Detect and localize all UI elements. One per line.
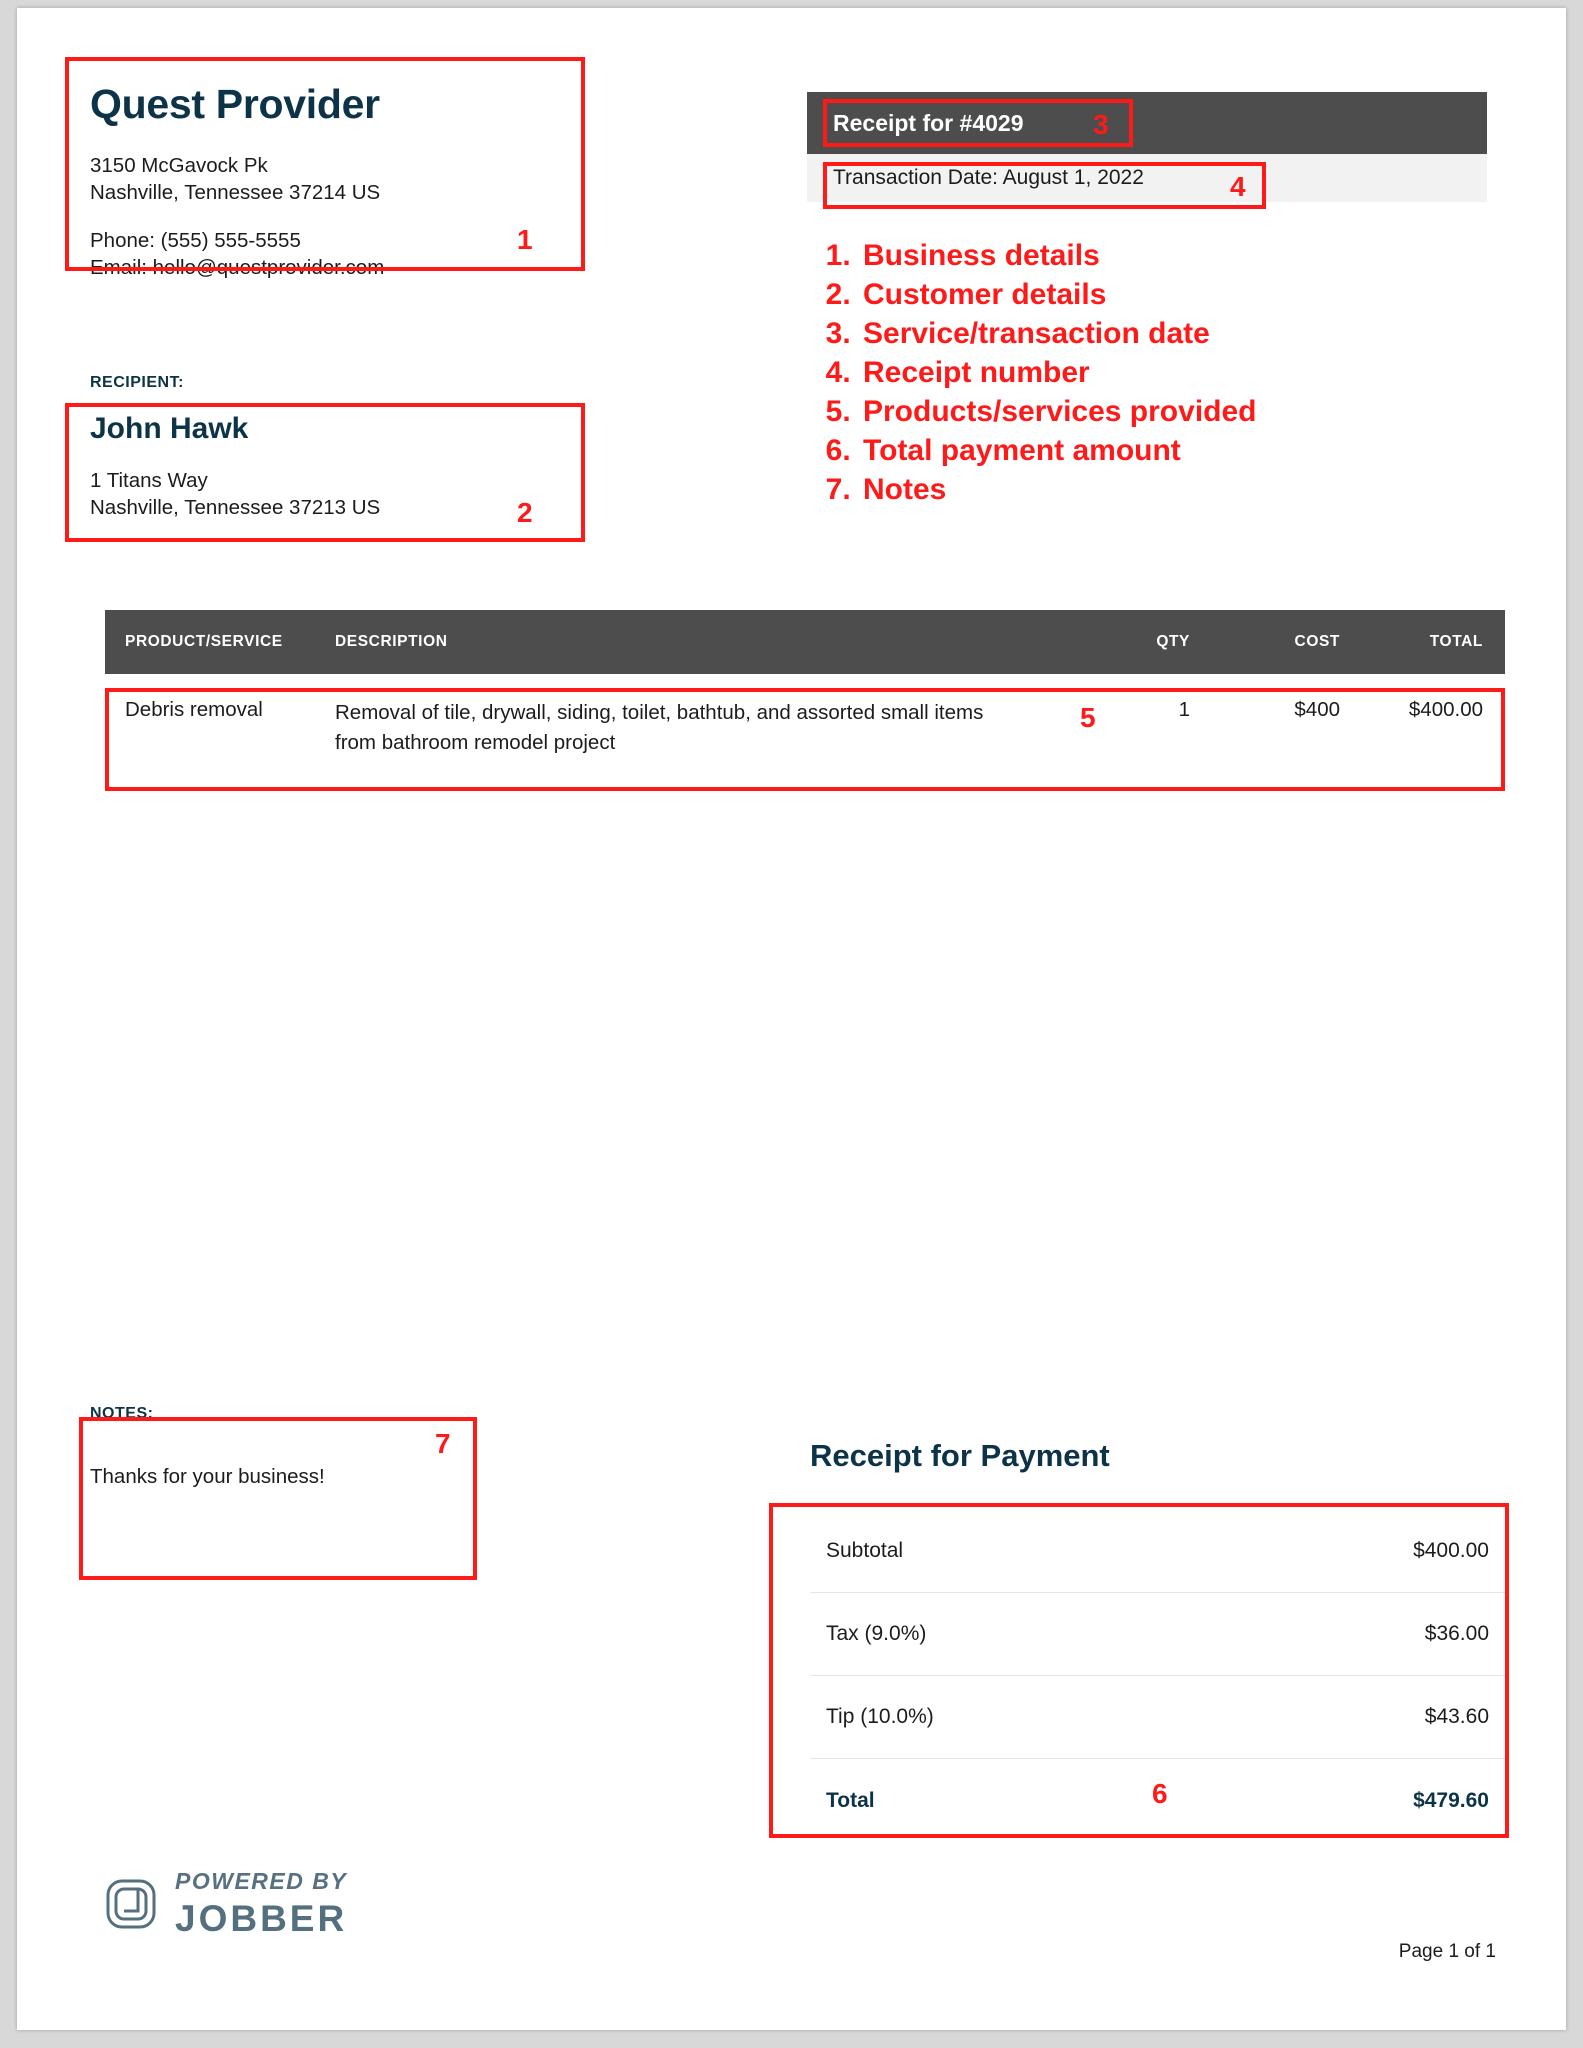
business-phone: Phone: (555) 555-5555 bbox=[90, 228, 301, 252]
summary-value-tip: $43.60 bbox=[1424, 1705, 1489, 1728]
legend-item-4: Receipt number bbox=[859, 353, 1559, 392]
notes-text: Thanks for your business! bbox=[90, 1465, 325, 1488]
summary-value-tax: $36.00 bbox=[1424, 1622, 1489, 1645]
business-email: Email: hello@questprovider.com bbox=[90, 255, 385, 279]
summary-label-subtotal: Subtotal bbox=[826, 1539, 904, 1562]
summary-value-subtotal: $400.00 bbox=[1413, 1539, 1489, 1562]
annotation-legend-list: Business details Customer details Servic… bbox=[807, 236, 1559, 509]
legend-item-2: Customer details bbox=[859, 275, 1559, 314]
powered-by-label: POWERED BY bbox=[175, 1868, 348, 1894]
notes-label: NOTES: bbox=[90, 1405, 154, 1422]
legend-item-7: Notes bbox=[859, 470, 1559, 509]
transaction-date-bar: Transaction Date: August 1, 2022 bbox=[807, 154, 1487, 202]
cell-description: Removal of tile, drywall, siding, toilet… bbox=[335, 701, 984, 754]
cell-product: Debris removal bbox=[125, 698, 263, 721]
jobber-wordmark: JOBBER bbox=[175, 1898, 348, 1939]
legend-item-1: Business details bbox=[859, 236, 1559, 275]
summary-value-total: $479.60 bbox=[1413, 1788, 1489, 1812]
annotation-marker-6: 6 bbox=[1152, 1778, 1168, 1809]
summary-label-tax: Tax (9.0%) bbox=[826, 1622, 927, 1645]
column-header-total: TOTAL bbox=[1429, 633, 1483, 650]
annotation-marker-4: 4 bbox=[1230, 171, 1246, 202]
cell-cost: $400 bbox=[1294, 698, 1340, 721]
column-header-cost: COST bbox=[1294, 633, 1340, 650]
receipt-number-text: Receipt for #4029 bbox=[833, 109, 1024, 136]
annotation-marker-7: 7 bbox=[435, 1428, 451, 1459]
legend-item-6: Total payment amount bbox=[859, 431, 1559, 470]
page-number: Page 1 of 1 bbox=[1398, 1941, 1496, 1962]
summary-row-tip: Tip (10.0%) $43.60 bbox=[810, 1676, 1505, 1759]
summary-label-total: Total bbox=[826, 1788, 875, 1812]
jobber-logo-icon bbox=[106, 1879, 156, 1928]
legend-item-3: Service/transaction date bbox=[859, 314, 1559, 353]
receipt-number-header: Receipt for #4029 bbox=[807, 92, 1487, 154]
summary-row-subtotal: Subtotal $400.00 bbox=[810, 1510, 1505, 1593]
table-row: Debris removal Removal of tile, drywall,… bbox=[105, 674, 1505, 789]
receipt-document: Quest Provider 3150 McGavock Pk Nashvill… bbox=[17, 8, 1566, 2030]
notes-section: NOTES: Thanks for your business! bbox=[90, 1405, 445, 1489]
business-name: Quest Provider bbox=[90, 81, 380, 127]
recipient-label: RECIPIENT: bbox=[90, 374, 184, 391]
column-header-qty: QTY bbox=[1156, 633, 1190, 650]
transaction-date-text: Transaction Date: August 1, 2022 bbox=[833, 166, 1144, 189]
column-header-product: PRODUCT/SERVICE bbox=[125, 633, 283, 650]
annotation-marker-5: 5 bbox=[1080, 702, 1096, 733]
summary-title: Receipt for Payment bbox=[810, 1438, 1110, 1473]
recipient-name: John Hawk bbox=[90, 412, 249, 445]
legend-item-5: Products/services provided bbox=[859, 392, 1559, 431]
recipient-address-line1: 1 Titans Way bbox=[90, 468, 208, 492]
summary-label-tip: Tip (10.0%) bbox=[826, 1705, 934, 1728]
column-header-description: DESCRIPTION bbox=[335, 633, 448, 650]
annotation-marker-3: 3 bbox=[1093, 109, 1109, 140]
line-items-table: PRODUCT/SERVICE DESCRIPTION QTY COST TOT… bbox=[105, 610, 1505, 789]
annotation-marker-2: 2 bbox=[517, 497, 533, 528]
annotation-marker-1: 1 bbox=[517, 224, 533, 255]
jobber-logo-text: POWERED BY JOBBER bbox=[175, 1868, 348, 1939]
business-address-line1: 3150 McGavock Pk bbox=[90, 154, 268, 178]
jobber-logo: POWERED BY JOBBER bbox=[105, 1870, 347, 1937]
cell-total: $400.00 bbox=[1408, 698, 1483, 721]
business-address-line2: Nashville, Tennessee 37214 US bbox=[90, 181, 381, 205]
table-header-row: PRODUCT/SERVICE DESCRIPTION QTY COST TOT… bbox=[105, 610, 1505, 674]
recipient-address-line2: Nashville, Tennessee 37213 US bbox=[90, 495, 381, 519]
summary-row-tax: Tax (9.0%) $36.00 bbox=[810, 1593, 1505, 1676]
recipient-details: John Hawk 1 Titans Way Nashville, Tennes… bbox=[90, 413, 570, 521]
business-details: Quest Provider 3150 McGavock Pk Nashvill… bbox=[90, 81, 570, 281]
